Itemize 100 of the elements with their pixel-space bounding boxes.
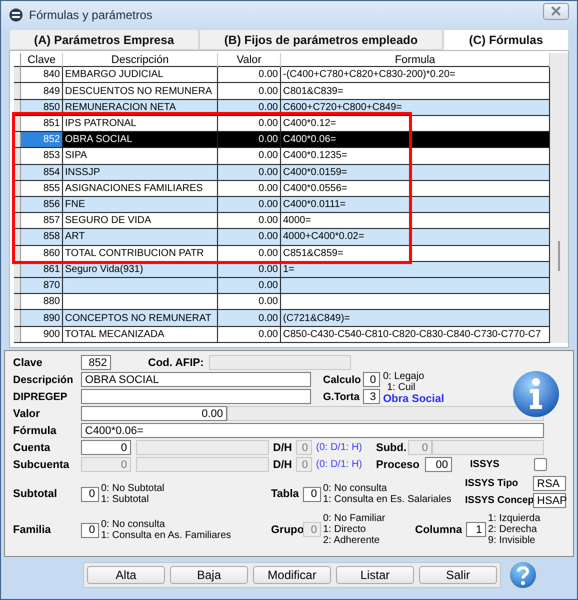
help-icon[interactable] [507,559,539,591]
action-button[interactable]: Salir [419,566,497,584]
table-cell: -(C400+C780+C820+C830-200)*0.20= [280,66,550,83]
input-field[interactable]: C400*0.06= [81,423,544,438]
table-row[interactable]: 852 OBRA SOCIAL 0.00 C400*0.06= [14,132,550,148]
table-cell: 0.00 [218,164,280,180]
table-cell: (C721&C849)= [280,310,550,326]
table-cell: 850 [20,99,62,116]
column-header[interactable]: Valor [218,53,280,67]
table-row[interactable]: 870 0.00 [14,278,550,294]
input-field[interactable]: HSAP [533,493,566,508]
table-cell: C400*0.0556= [280,180,550,196]
table-row[interactable]: 857 SEGURO DE VIDA 0.00 4000= [14,212,550,229]
table-cell: 853 [20,148,62,164]
table-row[interactable]: 851 IPS PATRONAL 0.00 C400*0.12= [14,115,550,132]
field-label: Subtotal [13,488,58,500]
field-label: ISSYS Concep [465,495,533,506]
option-hint: 1: Consulta en As. Familiares [101,530,232,541]
close-button[interactable] [543,2,569,20]
option-hint: 1: Izquierda [488,513,540,524]
field-label: Clave [13,356,44,368]
table-cell: 4000+C400*0.02= [280,228,550,246]
option-hint: 0: No Familiar [323,513,386,524]
option-hint: 1: Directo [323,524,367,535]
field-label: Proceso [376,458,420,470]
table-cell: ART [62,228,218,246]
input-field[interactable]: OBRA SOCIAL [81,372,311,387]
table-cell: 890 [20,310,62,326]
input-field[interactable]: 0 [81,486,99,502]
tab[interactable]: (B) Fijos de parámetros empleado [199,29,443,50]
table-row[interactable]: 840 EMBARGO JUDICIAL 0.00 -(C400+C780+C820+C830-200)*0.20= [14,66,550,83]
app-icon [9,8,23,22]
table-cell: EMBARGO JUDICIAL [62,66,218,83]
field-label: G.Torta [323,390,361,402]
field-label: Familia [13,524,52,536]
input-field[interactable]: 1 [466,522,486,537]
field-label: Columna [415,524,464,536]
input-field[interactable] [81,389,311,404]
table-row[interactable]: 856 FNE 0.00 C400*0.0111= [14,196,550,213]
table-row[interactable]: 849 DESCUENTOS NO REMUNERA 0.00 C801&C839= [14,82,550,100]
table-cell: TOTAL MECANIZADA [62,326,218,342]
table-cell: REMUNERACION NETA [62,99,218,116]
option-hint: 0: No consulta [101,519,166,530]
input-field[interactable]: 0 [303,486,321,502]
table-row[interactable]: 890 CONCEPTOS NO REMUNERAT 0.00 (C721&C849)= [14,310,550,326]
option-hint: 2: Adherente [323,535,381,546]
option-hint: 2: Derecha [488,524,538,535]
table-cell: C400*0.1235= [280,148,550,164]
option-hint: 9: Invisible [488,535,536,546]
input-field[interactable]: 852 [81,355,111,370]
field-label: Calculo [323,374,362,386]
scrollbar[interactable] [550,53,568,343]
input-field[interactable]: 0 [81,440,131,455]
tab[interactable]: (C) Fórmulas [443,29,569,50]
table-cell: 0.00 [218,82,280,100]
field-label: Cuenta [13,442,52,454]
table-row[interactable]: 858 ART 0.00 4000+C400*0.02= [14,228,550,246]
issys-checkbox[interactable] [534,458,547,471]
group-caption: Obra Social [383,392,446,406]
action-button[interactable]: Listar [336,566,414,584]
table-cell: SIPA [62,148,218,164]
column-header[interactable]: Clave [20,53,62,67]
column-header[interactable]: Descripción [62,53,218,67]
input-field[interactable]: 0.00 [81,406,227,421]
table-row[interactable]: 855 ASIGNACIONES FAMILIARES 0.00 C400*0.0556= [14,180,550,196]
table-cell: C600+C720+C800+C849= [280,99,550,116]
table-row[interactable]: 854 INSSJP 0.00 C400*0.0159= [14,164,550,180]
field-label: Tabla [271,488,300,500]
field-label: Grupo [271,524,303,536]
table-cell: 0.00 [218,148,280,164]
table-cell: INSSJP [62,164,218,180]
action-button[interactable]: Modificar [253,566,331,584]
field-label: ISSYS Tipo [465,478,520,489]
input-field[interactable]: 0 [363,372,380,387]
field-label: ISSYS [470,459,500,470]
table-cell: 858 [20,228,62,246]
window-title: Fórmulas y parámetros [29,8,154,22]
table-cell: 0.00 [218,228,280,246]
table-cell: 855 [20,180,62,196]
option-hint: 1: Subtotal [101,494,150,505]
input-field[interactable]: 0 [296,440,312,455]
table-row[interactable]: 880 0.00 [14,294,550,310]
action-button[interactable]: Alta [87,566,165,584]
table-row[interactable]: 900 TOTAL MECANIZADA 0.00 C850-C430-C540-C810-C820-C830-C840-C730-C770-C7 [14,326,550,342]
tab[interactable]: (A) Parámetros Empresa [9,29,199,50]
option-hint: (0: D/1: H) [316,442,364,453]
input-field[interactable]: 3 [363,389,380,404]
input-field[interactable]: RSA [533,476,566,491]
table-cell: DESCUENTOS NO REMUNERA [62,82,218,100]
input-field[interactable]: 0 [81,522,99,538]
field-label: D/H [273,442,293,454]
column-header[interactable]: Formula [280,53,550,67]
table-row[interactable]: 860 TOTAL CONTRIBUCION PATR 0.00 C851&C859= [14,245,550,262]
table-cell: ASIGNACIONES FAMILIARES [62,180,218,196]
action-button[interactable]: Baja [170,566,248,584]
table-cell: 900 [20,326,62,342]
table-cell: 0.00 [218,180,280,196]
option-hint: 0: No Subtotal [101,483,164,494]
input-field[interactable]: 00 [425,457,452,472]
table-row[interactable]: 853 SIPA 0.00 C400*0.1235= [14,148,550,164]
